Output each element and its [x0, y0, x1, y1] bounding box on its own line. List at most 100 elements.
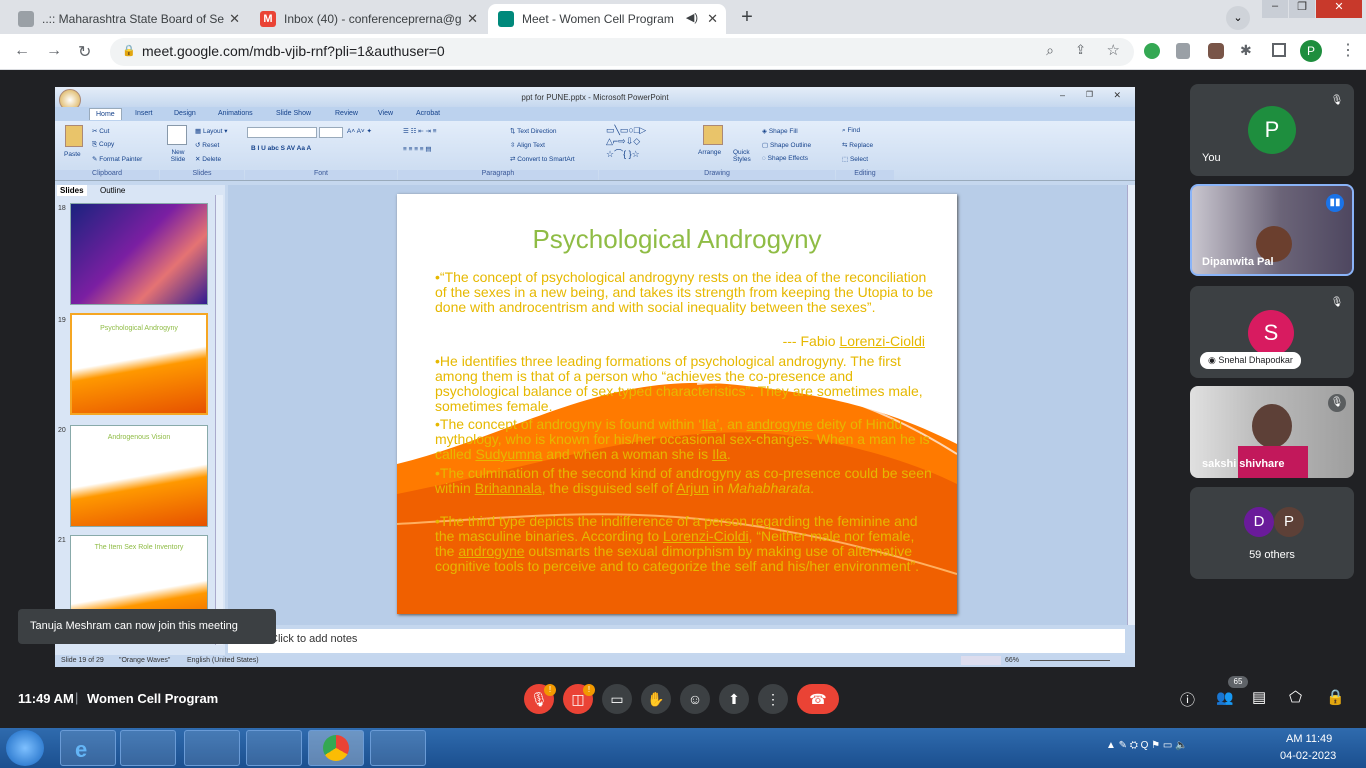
current-slide[interactable]: Psychological Androgyny •“The concept of… [397, 194, 957, 614]
ppt-restore-icon[interactable]: ❐ [1086, 90, 1093, 99]
slide-thumb-20[interactable]: Androgenous Vision [70, 425, 208, 527]
arrange-icon[interactable] [703, 125, 723, 145]
select-button[interactable]: ⬚ Select [842, 155, 868, 163]
tray-icons[interactable]: ▲ ✎ ⛭ Q ⚑ ▭ 🔈 [1106, 740, 1188, 751]
reload-icon[interactable]: ↻ [78, 42, 91, 62]
quick-styles-button[interactable]: Quick Styles [733, 149, 759, 163]
align-buttons[interactable]: ≡ ≡ ≡ ≡ ▤ [403, 145, 432, 153]
extension-shield-icon[interactable] [1176, 43, 1190, 59]
list-buttons[interactable]: ☰ ☷ ⇤ ⇥ ≡ [403, 127, 437, 135]
panel-tab-slides[interactable]: Slides [57, 185, 87, 196]
slide-scrollbar[interactable] [1127, 185, 1135, 625]
extension-globe-icon[interactable] [1144, 43, 1160, 59]
close-icon[interactable]: ✕ [229, 11, 240, 27]
paste-icon[interactable] [65, 125, 83, 147]
url-field[interactable]: 🔒 meet.google.com/mdb-vjib-rnf?pli=1&aut… [110, 38, 1134, 66]
cut-button[interactable]: ✂ Cut [92, 127, 109, 135]
ribbon-tab-view[interactable]: View [378, 110, 393, 117]
ribbon-tab-review[interactable]: Review [335, 110, 358, 117]
maximize-icon[interactable]: ❐ [1289, 0, 1315, 18]
font-size-field[interactable] [319, 127, 343, 138]
start-button[interactable] [6, 730, 44, 766]
participant-tile-you[interactable]: P You 🎙 [1190, 84, 1354, 176]
profile-avatar[interactable]: P [1300, 40, 1322, 62]
ribbon-tab-animations[interactable]: Animations [218, 110, 253, 117]
present-button[interactable]: ⬆ [719, 684, 749, 714]
chrome-icon[interactable] [308, 730, 364, 766]
extensions-puzzle-icon[interactable]: ✱ [1240, 42, 1252, 59]
minimize-icon[interactable]: – [1262, 0, 1288, 18]
host-controls-icon[interactable]: 🔒 [1326, 688, 1345, 706]
close-icon[interactable]: ✕ [467, 11, 478, 27]
participant-tile-sakshi[interactable]: sakshi shivhare 🎙 [1190, 386, 1354, 478]
new-tab-button[interactable]: + [734, 6, 760, 30]
tab-search-icon[interactable]: ⌄ [1226, 6, 1250, 30]
slide-thumb-19[interactable]: Psychological Androgyny [70, 313, 208, 415]
new-slide-icon[interactable] [167, 125, 187, 145]
notes-pane[interactable]: Click to add notes [228, 629, 1125, 653]
thumb-scrollbar[interactable] [215, 195, 223, 645]
bookmark-star-icon[interactable]: ☆ [1107, 41, 1120, 59]
delete-button[interactable]: ✕ Delete [195, 155, 221, 163]
tab-meet[interactable]: Meet - Women Cell Program ◀) ✕ [488, 4, 726, 34]
edge-icon[interactable] [184, 730, 240, 766]
layout-button[interactable]: ▦ Layout ▾ [195, 127, 228, 135]
arrange-button[interactable]: Arrange [698, 149, 721, 156]
new-slide-button[interactable]: New Slide [165, 149, 191, 163]
view-buttons[interactable] [961, 656, 1001, 665]
close-icon[interactable]: ✕ [707, 11, 718, 27]
leave-call-button[interactable]: ☎ [797, 684, 839, 714]
shape-fill-button[interactable]: ◈ Shape Fill [762, 127, 798, 135]
font-grow-shrink-icon[interactable]: A˄ A˅ ✦ [347, 127, 372, 135]
panel-tab-outline[interactable]: Outline [97, 185, 128, 196]
zoom-icon[interactable]: ⌕ [1046, 42, 1054, 59]
side-panel-icon[interactable] [1272, 43, 1286, 57]
font-style-buttons[interactable]: B I U abc S AV Aa A [251, 145, 311, 152]
raise-hand-button[interactable]: ✋ [641, 684, 671, 714]
shapes-gallery[interactable]: ▭╲▭○□▷ △⌐⇨⇩◇ ☆⌒{ }☆ [606, 125, 646, 160]
chat-icon[interactable]: ▤ [1252, 688, 1266, 706]
tab-inbox[interactable]: M Inbox (40) - conferenceprerna@g ✕ [250, 4, 486, 34]
shape-effects-button[interactable]: ◌ Shape Effects [762, 155, 808, 162]
info-icon[interactable]: ⓘ [1180, 689, 1195, 710]
participant-tile-snehal[interactable]: S ◉ Snehal Dhapodkar 🎙 [1190, 286, 1354, 378]
slide-thumb-18[interactable] [70, 203, 208, 305]
people-icon[interactable]: 👥 [1216, 689, 1233, 706]
file-explorer-icon[interactable] [370, 730, 426, 766]
forward-icon[interactable]: → [46, 42, 62, 60]
zoom-slider[interactable] [1030, 660, 1110, 661]
feather-app-icon[interactable] [246, 730, 302, 766]
captions-button[interactable]: ▭ [602, 684, 632, 714]
reset-button[interactable]: ↺ Reset [195, 141, 219, 149]
ribbon-tab-insert[interactable]: Insert [135, 110, 153, 117]
ribbon-tab-home[interactable]: Home [89, 108, 122, 120]
speaker-icon[interactable]: ◀) [686, 11, 698, 24]
back-icon[interactable]: ← [14, 42, 30, 60]
activities-icon[interactable]: ⬠ [1289, 688, 1302, 706]
share-icon[interactable]: ⇪ [1075, 42, 1086, 58]
ppt-close-icon[interactable]: ✕ [1113, 90, 1121, 101]
ppt-minimize-icon[interactable]: – [1060, 90, 1065, 100]
paste-button[interactable]: Paste [64, 151, 81, 158]
font-name-field[interactable] [247, 127, 317, 138]
close-window-icon[interactable]: ✕ [1316, 0, 1362, 18]
extension-owl-icon[interactable] [1208, 43, 1224, 59]
replace-button[interactable]: ⇆ Replace [842, 141, 873, 149]
ie-icon[interactable]: e [60, 730, 116, 766]
shape-outline-button[interactable]: ▢ Shape Outline [762, 141, 811, 149]
copy-button[interactable]: ⎘ Copy [92, 141, 114, 149]
participant-tile-others[interactable]: D P 59 others [1190, 487, 1354, 579]
convert-smartart-button[interactable]: ⇄ Convert to SmartArt [510, 155, 575, 163]
text-direction-button[interactable]: ⇅ Text Direction [510, 127, 557, 135]
ribbon-tab-slideshow[interactable]: Slide Show [276, 110, 311, 117]
ribbon-tab-design[interactable]: Design [174, 110, 196, 117]
tab-maharashtra[interactable]: ..:: Maharashtra State Board of Se ✕ [8, 4, 248, 34]
format-painter-button[interactable]: ✎ Format Painter [92, 155, 142, 163]
participant-tile-dipanwita[interactable]: Dipanwita Pal ▮▮ [1190, 184, 1354, 276]
more-options-button[interactable]: ⋮ [758, 684, 788, 714]
find-button[interactable]: ⌕ Find [842, 127, 860, 135]
emoji-button[interactable]: ☺ [680, 684, 710, 714]
menu-kebab-icon[interactable]: ⋮ [1340, 40, 1356, 60]
clock-date[interactable]: 04-02-2023 [1280, 750, 1336, 762]
media-player-icon[interactable] [120, 730, 176, 766]
